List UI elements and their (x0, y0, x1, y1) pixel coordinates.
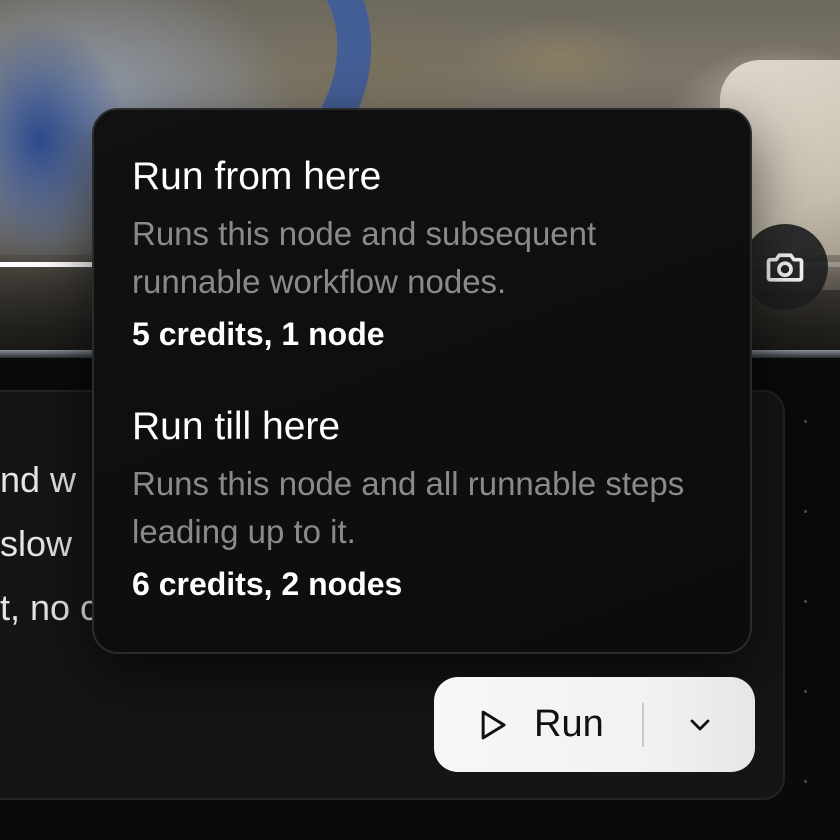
grid-dot (804, 420, 807, 423)
run-options-toggle[interactable] (644, 677, 755, 772)
grid-dot (804, 780, 807, 783)
menu-item-description: Runs this node and subsequent runnable w… (132, 215, 597, 300)
canvas-grid-dots (804, 420, 810, 800)
camera-icon (766, 253, 804, 282)
grid-dot (804, 600, 807, 603)
menu-item-title: Run from here (132, 155, 382, 198)
snapshot-button[interactable] (742, 224, 828, 310)
menu-item-run-from-here[interactable]: Run from here Runs this node and subsequ… (132, 154, 750, 356)
grid-dot (804, 690, 807, 693)
run-options-menu: Run from here Runs this node and subsequ… (92, 108, 752, 654)
grid-dot (804, 510, 807, 513)
menu-item-cost: 5 credits, 1 node (132, 316, 385, 352)
menu-item-title: Run till here (132, 405, 341, 448)
play-icon (481, 710, 506, 739)
playback-progress-fill (0, 262, 93, 267)
run-split-button: Run (434, 677, 755, 772)
menu-item-description: Runs this node and all runnable steps le… (132, 465, 685, 550)
menu-item-run-till-here[interactable]: Run till here Runs this node and all run… (132, 404, 750, 606)
menu-item-cost: 6 credits, 2 nodes (132, 566, 403, 602)
chevron-down-icon (690, 719, 709, 730)
run-button-label: Run (534, 703, 604, 745)
workflow-node-view: nd w slow t, no c Run from here Runs thi… (0, 0, 840, 840)
run-button[interactable]: Run (434, 677, 642, 772)
